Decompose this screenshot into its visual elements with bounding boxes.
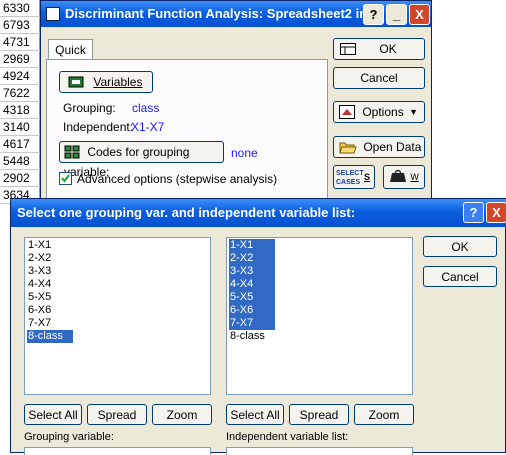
- grouping-label: Grouping:: [63, 101, 116, 115]
- ok-button[interactable]: OK: [333, 38, 425, 60]
- codes-value: none: [231, 146, 258, 160]
- checkmark-icon: [61, 174, 70, 183]
- tab-quick[interactable]: Quick: [48, 39, 93, 61]
- variable-selection-dialog: Select one grouping var. and independent…: [10, 198, 506, 455]
- options-icon: [339, 105, 355, 119]
- options-label: Options: [362, 105, 404, 119]
- weight-icon: [390, 169, 406, 182]
- list-item[interactable]: 3-X3: [27, 265, 51, 278]
- sheet-cell[interactable]: 4731: [0, 34, 40, 51]
- list-item-selected[interactable]: 7-X7: [229, 317, 275, 330]
- minimize-button[interactable]: _: [386, 4, 407, 25]
- codes-button[interactable]: Codes for grouping variable:: [59, 141, 224, 179]
- independent-list-field[interactable]: [226, 447, 413, 455]
- open-data-label: Open Data: [363, 140, 422, 154]
- independent-value: X1-X7: [131, 120, 165, 134]
- variables-icon: [68, 76, 84, 88]
- zoom-button[interactable]: Zoom: [354, 404, 414, 425]
- list-item-selected[interactable]: 2-X2: [229, 252, 275, 265]
- list-item[interactable]: 6-X6: [27, 304, 51, 317]
- grouping-variable-field[interactable]: [24, 447, 211, 455]
- list-item[interactable]: 1-X1: [27, 239, 51, 252]
- list-item-selected[interactable]: 1-X1: [229, 239, 275, 252]
- grouping-variable-list[interactable]: 1-X1 2-X2 3-X3 4-X4 5-X5 6-X6 7-X7 8-cla…: [24, 237, 211, 395]
- sheet-cell[interactable]: 3140: [0, 119, 40, 136]
- weight-button[interactable]: W: [383, 165, 425, 189]
- grouping-value: class: [132, 101, 160, 115]
- advanced-checkbox[interactable]: [59, 172, 72, 185]
- spread-button[interactable]: Spread: [87, 404, 147, 425]
- options-button[interactable]: Options ▼: [333, 101, 425, 123]
- independent-label: Independent:: [63, 120, 134, 134]
- sheet-cell[interactable]: 5448: [0, 153, 40, 170]
- list-item-selected[interactable]: 6-X6: [229, 304, 275, 317]
- help-button[interactable]: ?: [363, 4, 384, 25]
- sheet-cell[interactable]: 4924: [0, 68, 40, 85]
- s-label: S: [363, 172, 370, 182]
- list-item[interactable]: 4-X4: [27, 278, 51, 291]
- close-button[interactable]: X: [409, 4, 430, 25]
- zoom-button[interactable]: Zoom: [152, 404, 212, 425]
- help-button[interactable]: ?: [463, 202, 484, 223]
- list-item[interactable]: 7-X7: [27, 317, 51, 330]
- spread-button[interactable]: Spread: [289, 404, 349, 425]
- folder-open-icon: [339, 142, 357, 154]
- variables-button[interactable]: Variables: [59, 71, 153, 93]
- dialog-title: Discriminant Function Analysis: Spreadsh…: [65, 6, 368, 21]
- list-item-selected[interactable]: 3-X3: [229, 265, 275, 278]
- variables-label: Variables: [93, 75, 143, 89]
- select-all-button[interactable]: Select All: [24, 404, 82, 425]
- app-icon: [46, 7, 60, 21]
- cancel-button[interactable]: Cancel: [333, 67, 425, 89]
- dialog-title-bar[interactable]: Select one grouping var. and independent…: [11, 199, 506, 227]
- sheet-cell[interactable]: 6793: [0, 17, 40, 34]
- ok-label: OK: [379, 42, 397, 56]
- list-item[interactable]: 2-X2: [27, 252, 51, 265]
- sheet-cell[interactable]: 2969: [0, 51, 40, 68]
- independent-list-label: Independent variable list:: [226, 431, 349, 443]
- list-item-selected[interactable]: 4-X4: [229, 278, 275, 291]
- list-item[interactable]: 5-X5: [27, 291, 51, 304]
- select-cases-button[interactable]: SELECT CASES S: [333, 165, 375, 189]
- open-data-button[interactable]: Open Data: [333, 136, 425, 158]
- list-item[interactable]: 8-class: [229, 330, 265, 343]
- sheet-cell[interactable]: 4318: [0, 102, 40, 119]
- close-button[interactable]: X: [486, 202, 506, 223]
- sheet-cell[interactable]: 2902: [0, 170, 40, 187]
- w-label: W: [410, 172, 419, 182]
- independent-variable-list[interactable]: 1-X1 2-X2 3-X3 4-X4 5-X5 6-X6 7-X7 8-cla…: [226, 237, 413, 395]
- advanced-label: Advanced options (stepwise analysis): [77, 172, 278, 186]
- discriminant-analysis-dialog: Discriminant Function Analysis: Spreadsh…: [40, 0, 432, 210]
- dialog-title: Select one grouping var. and independent…: [17, 205, 356, 220]
- select-all-button[interactable]: Select All: [226, 404, 284, 425]
- grouping-variable-label: Grouping variable:: [24, 431, 114, 443]
- sheet-cell[interactable]: 7622: [0, 85, 40, 102]
- list-item-selected[interactable]: 5-X5: [229, 291, 275, 304]
- list-item-selected[interactable]: 8-class: [27, 330, 73, 343]
- chevron-down-icon: ▼: [409, 107, 418, 117]
- sheet-cell[interactable]: 6330: [0, 0, 40, 17]
- cancel-button[interactable]: Cancel: [423, 266, 497, 287]
- codes-icon: [64, 145, 80, 159]
- ok-icon: [340, 43, 356, 55]
- sheet-cell[interactable]: 4617: [0, 136, 40, 153]
- ok-button[interactable]: OK: [423, 236, 497, 257]
